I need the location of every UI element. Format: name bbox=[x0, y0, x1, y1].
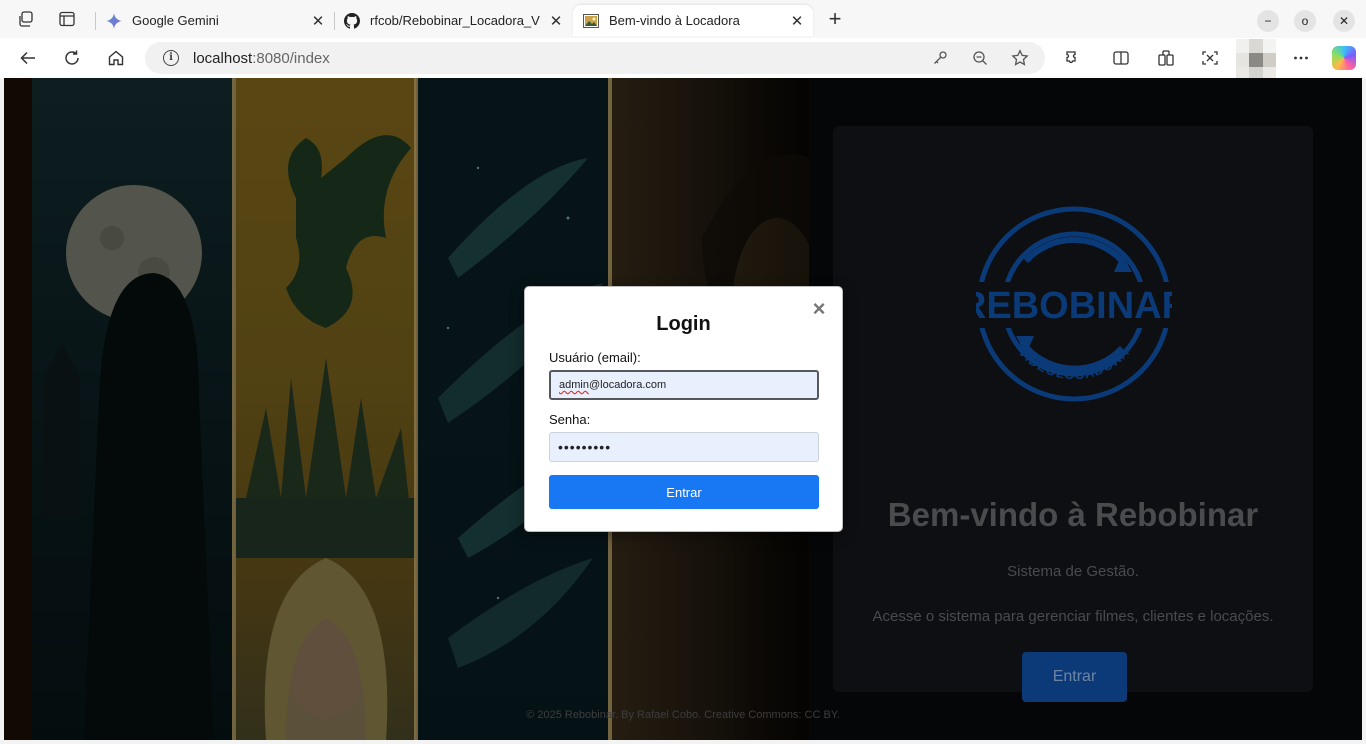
site-info-icon[interactable]: i bbox=[163, 50, 179, 66]
key-icon[interactable] bbox=[930, 48, 950, 68]
tab-gemini[interactable]: Google Gemini ✕ bbox=[96, 5, 334, 36]
vertical-tabs-icon[interactable] bbox=[57, 9, 77, 29]
url-path: :8080/index bbox=[252, 50, 330, 67]
welcome-subtitle: Sistema de Gestão. bbox=[1007, 563, 1139, 580]
tab-title: rfcob/Rebobinar_Locadora_V bbox=[370, 13, 540, 28]
close-tab-icon[interactable]: ✕ bbox=[787, 11, 807, 31]
profile-avatar[interactable] bbox=[1236, 39, 1276, 81]
close-window-button[interactable]: ✕ bbox=[1333, 10, 1355, 32]
extensions-icon[interactable] bbox=[1062, 47, 1084, 69]
email-value-username: admin bbox=[559, 379, 589, 391]
email-value-domain: @locadora.com bbox=[588, 379, 667, 391]
tab-bar: Google Gemini ✕ rfcob/Rebobinar_Locadora… bbox=[0, 0, 1366, 38]
reload-icon[interactable] bbox=[61, 47, 83, 69]
page-viewport: REBOBINAR VIDEOLOCADORA Bem-vindo à Rebo… bbox=[4, 78, 1362, 740]
poster-panel-moon bbox=[4, 78, 234, 740]
copilot-icon[interactable] bbox=[1332, 46, 1356, 70]
page-footer: © 2025 Rebobinar. By Rafael Cobo. Creati… bbox=[526, 709, 840, 721]
new-tab-button[interactable]: + bbox=[824, 8, 846, 31]
close-tab-icon[interactable]: ✕ bbox=[546, 11, 566, 31]
login-title: Login bbox=[656, 313, 711, 335]
minimize-button[interactable]: − bbox=[1257, 10, 1279, 32]
tab-locadora[interactable]: Bem-vindo à Locadora ✕ bbox=[573, 5, 813, 36]
welcome-section: REBOBINAR VIDEOLOCADORA Bem-vindo à Rebo… bbox=[809, 78, 1362, 740]
welcome-description: Acesse o sistema para gerenciar filmes, … bbox=[872, 608, 1274, 625]
address-bar[interactable]: i localhost:8080/index bbox=[145, 42, 1045, 74]
url-host: localhost bbox=[193, 50, 253, 67]
github-icon bbox=[344, 12, 360, 29]
email-field[interactable]: admin @locadora.com bbox=[549, 370, 819, 400]
email-label: Usuário (email): bbox=[549, 350, 641, 365]
poster-panel-dragon bbox=[236, 78, 416, 740]
close-tab-icon[interactable]: ✕ bbox=[308, 11, 328, 31]
tab-github[interactable]: rfcob/Rebobinar_Locadora_V ✕ bbox=[334, 5, 572, 36]
navigation-bar: i localhost:8080/index bbox=[0, 38, 1366, 81]
tab-title: Bem-vindo à Locadora bbox=[609, 13, 740, 28]
back-icon[interactable] bbox=[17, 47, 39, 69]
url-text[interactable]: localhost:8080/index bbox=[193, 50, 330, 67]
welcome-card: REBOBINAR VIDEOLOCADORA Bem-vindo à Rebo… bbox=[833, 126, 1313, 702]
page-image-icon bbox=[583, 13, 599, 29]
logo-text: REBOBINAR bbox=[976, 285, 1172, 327]
restore-button[interactable]: o bbox=[1294, 10, 1316, 32]
collections-icon[interactable] bbox=[1155, 47, 1177, 69]
zoom-out-icon[interactable] bbox=[970, 48, 990, 68]
enter-button[interactable]: Entrar bbox=[1022, 652, 1127, 702]
home-icon[interactable] bbox=[105, 47, 127, 69]
password-label: Senha: bbox=[549, 412, 591, 427]
welcome-title: Bem-vindo à Rebobinar bbox=[887, 496, 1259, 533]
password-field[interactable]: ••••••••• bbox=[549, 432, 819, 462]
screenshot-icon[interactable] bbox=[1199, 47, 1221, 69]
workspaces-icon[interactable] bbox=[16, 9, 36, 29]
login-modal: × Login Usuário (email): admin @locadora.… bbox=[524, 286, 843, 532]
more-options-icon[interactable] bbox=[1290, 47, 1312, 69]
rebobinar-logo: REBOBINAR VIDEOLOCADORA bbox=[976, 206, 1172, 402]
favorite-star-icon[interactable] bbox=[1010, 48, 1030, 68]
gemini-icon bbox=[106, 12, 122, 29]
login-submit-button[interactable]: Entrar bbox=[549, 475, 819, 509]
split-screen-icon[interactable] bbox=[1110, 47, 1132, 69]
tab-title: Google Gemini bbox=[132, 13, 219, 28]
